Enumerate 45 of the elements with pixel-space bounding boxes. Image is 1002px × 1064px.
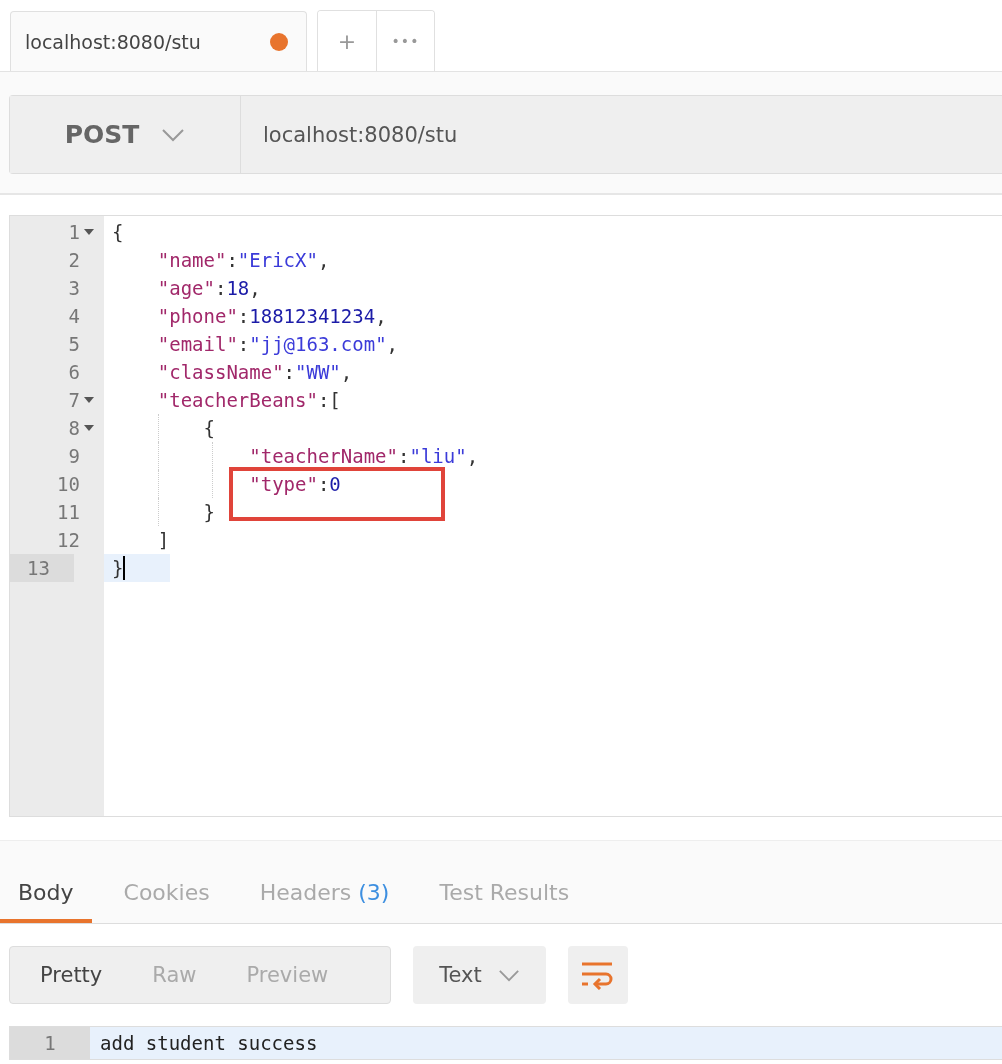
text-cursor (123, 556, 126, 580)
fold-icon[interactable] (84, 397, 94, 403)
line-number: 6 (68, 361, 80, 383)
code-line: "className":"WW", (156, 361, 353, 383)
response-tab[interactable]: Body (0, 865, 92, 923)
line-number: 1 (10, 1027, 90, 1059)
code-line: ] (156, 529, 170, 551)
response-tab[interactable]: Cookies (105, 865, 228, 923)
line-number: 4 (68, 305, 80, 327)
line-number: 9 (68, 445, 80, 467)
response-tab[interactable]: Test Results (421, 865, 588, 923)
more-button[interactable]: ••• (376, 11, 434, 71)
format-dropdown[interactable]: Text (413, 946, 546, 1004)
wrap-lines-button[interactable] (568, 946, 628, 1004)
request-tab[interactable]: localhost:8080/stu (10, 11, 307, 71)
line-number: 12 (57, 529, 80, 551)
line-number: 3 (68, 277, 80, 299)
view-mode-option[interactable]: Pretty (10, 947, 123, 1003)
unsaved-dot (270, 32, 288, 51)
line-number: 7 (68, 389, 80, 411)
code-line: "type":0 (248, 473, 341, 495)
line-number: 11 (57, 501, 80, 523)
view-mode-option[interactable]: Preview (216, 947, 349, 1003)
code-line: "age":18, (156, 277, 261, 299)
line-number: 10 (57, 473, 80, 495)
response-tab[interactable]: Headers (3) (241, 865, 408, 923)
response-text: add student success (99, 1031, 318, 1056)
fold-icon[interactable] (84, 229, 94, 235)
line-number: 5 (68, 333, 80, 355)
code-line: } (112, 557, 124, 579)
code-line: "phone":18812341234, (156, 305, 387, 327)
code-line: { (112, 221, 124, 243)
code-line: "email":"jj@163.com", (156, 333, 399, 355)
line-number: 2 (68, 249, 80, 271)
code-line: } (202, 501, 215, 523)
chevron-icon (497, 968, 520, 982)
view-mode-option[interactable]: Raw (122, 947, 217, 1003)
code-line: "teacherName":"liu", (248, 445, 479, 467)
code-line: "name":"EricX", (156, 249, 330, 271)
fold-icon[interactable] (84, 425, 94, 431)
line-number: 8 (68, 417, 80, 439)
line-number: 1 (68, 221, 80, 243)
code-line: { (202, 417, 215, 439)
code-line: "teacherBeans":[ (156, 389, 341, 411)
line-number: 13 (27, 557, 50, 579)
